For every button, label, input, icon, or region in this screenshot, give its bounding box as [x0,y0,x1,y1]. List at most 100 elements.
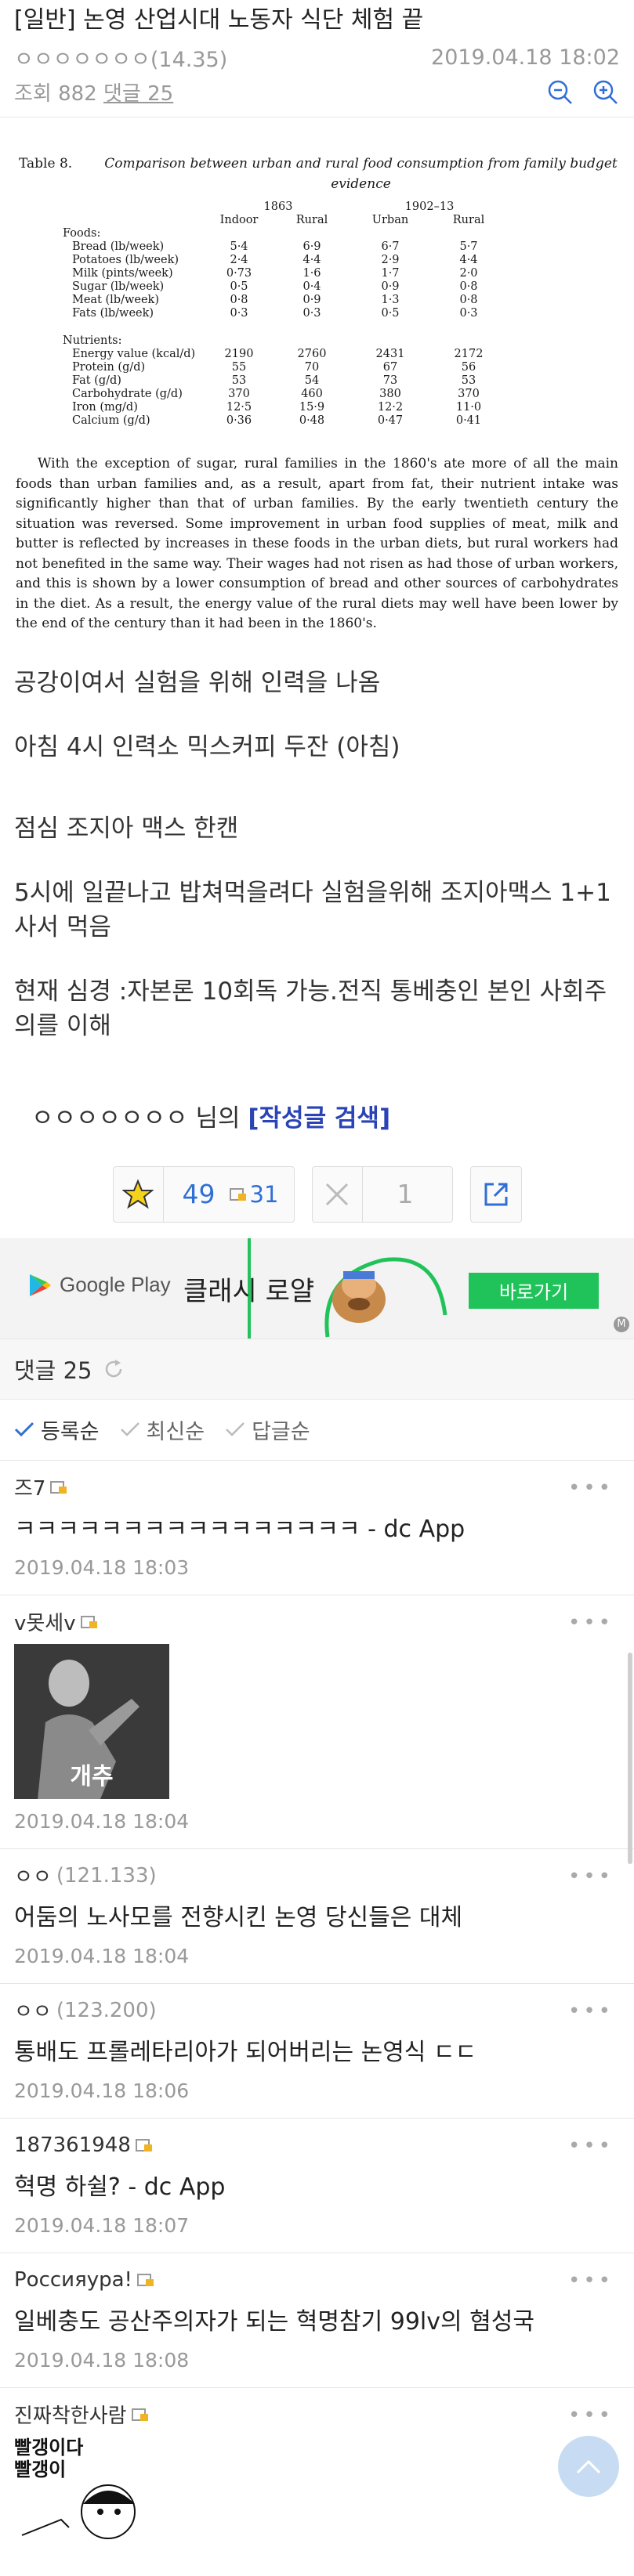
comment-date: 2019.04.18 18:03 [14,1555,190,1579]
comment-dccon-image[interactable]: 빨갱이다 빨갱이 [14,2437,139,2539]
table-row: Fat (g/d) 53 54 73 53 [16,374,618,388]
downvote-button[interactable]: 1 [311,1165,453,1223]
ad-banner[interactable]: Google Play 클래시 로얄 바로가기 M [0,1237,634,1339]
zoom-in-icon[interactable] [592,78,620,107]
sort-reply[interactable]: 답글순 [225,1414,310,1445]
zoom-out-icon[interactable] [546,78,574,107]
table-cell: 0·41 [455,414,482,427]
table-cell: 0·3 [459,307,478,320]
author-search-link[interactable]: [작성글 검색] [248,1104,390,1133]
fixed-user-icon [135,2138,152,2151]
comment-date: 2019.04.18 18:04 [14,1944,190,1967]
google-play-label: Google Play [60,1273,171,1296]
sort-reply-label: 답글순 [252,1419,310,1444]
row-label: Energy value (kcal/d) [72,348,196,360]
table-row: Milk (pints/week) 0·73 1·6 1·7 2·0 [16,267,618,280]
table-caption: Table 8. Comparison between urban and ru… [16,154,618,194]
table-cell: 6·9 [303,240,321,253]
google-play-badge: Google Play [28,1273,171,1298]
comment-author[interactable]: ㅇㅇ [14,1996,52,2025]
comment-text: 통배도 프롤레타리아가 되어버리는 논영식 ㄷㄷ [14,2038,477,2066]
table-row: Meat (lb/week) 0·8 0·9 1·3 0·8 [16,294,618,307]
table-row: Calcium (g/d) 0·36 0·48 0·47 0·41 [16,414,618,428]
table-row: Fats (lb/week) 0·3 0·3 0·5 0·3 [16,307,618,320]
table-cell: 12·2 [377,401,404,414]
scrollbar[interactable] [628,1653,632,1864]
table-cell: 0·5 [230,280,248,293]
table-cell: 2172 [454,348,484,360]
table-cell: 0·48 [299,414,325,427]
more-options-icon[interactable]: ••• [568,1611,614,1635]
comments-header: 댓글 25 [0,1338,634,1400]
refresh-icon[interactable] [103,1358,125,1380]
more-options-icon[interactable]: ••• [568,1476,614,1500]
table-label: Table 8. [19,156,73,172]
table-cell: 70 [304,361,320,374]
more-options-icon[interactable]: ••• [568,2000,614,2023]
comment-dccon-image[interactable]: 개추 [14,1643,169,1799]
downvote-count: 1 [397,1179,414,1209]
comment-author[interactable]: 즈7 [14,1472,45,1501]
body-paragraph-1: 공강이여서 실험을 위해 인력을 나옴 [14,668,381,697]
more-options-icon[interactable]: ••• [568,2134,614,2158]
comment-author[interactable]: v못세v [14,1607,76,1636]
post-meta-row: ㅇㅇㅇㅇㅇㅇㅇ(14.35) 2019.04.18 18:02 [14,42,620,73]
post-title: [일반] 논영 산업시대 노동자 식단 체험 끝 [14,6,424,34]
table-cell: 2760 [297,348,327,360]
table-cell: 5·7 [459,240,478,253]
fixed-user-icon [131,2408,148,2421]
table-cell: 0·4 [303,280,321,293]
sort-latest-label: 최신순 [146,1419,205,1444]
table-cell: 0·36 [226,414,252,427]
col-urban: Urban [371,214,409,226]
more-options-icon[interactable]: ••• [568,2269,614,2292]
post-author-block: ㅇㅇㅇㅇㅇㅇㅇ(14.35) [14,42,227,73]
table-row: Sugar (lb/week) 0·5 0·4 0·9 0·8 [16,280,618,294]
table-cell: 380 [379,388,401,400]
author-search-name: ㅇㅇㅇㅇㅇㅇㅇ [31,1104,188,1133]
comment-item: ㅇㅇ (123.200) ••• 통배도 프롤레타리아가 되어버리는 논영식 ㄷㄷ… [0,1984,634,2119]
ad-go-button[interactable]: 바로가기 [469,1272,599,1309]
ad-badge[interactable]: M [614,1316,629,1332]
row-label: Sugar (lb/week) [72,280,165,293]
vote-bar: 49 31 1 [0,1165,634,1223]
check-icon [226,1422,245,1436]
fixed-vote-count: 31 [249,1180,279,1208]
table-year-row: 1863 1902–13 [16,201,618,214]
zoom-controls [546,78,620,107]
table-cell: 5·4 [230,240,248,253]
share-button[interactable] [469,1165,522,1223]
scroll-to-top-button[interactable] [558,2436,619,2497]
table-cell: 370 [458,388,480,400]
views-count: 조회 882 [14,82,97,106]
comment-author[interactable]: 187361948 [14,2133,131,2157]
comment-item: ㅇㅇ (121.133) ••• 어둠의 노사모를 전향시킨 논영 당신들은 대체… [0,1849,634,1984]
comment-sort-bar: 등록순 최신순 답글순 [0,1400,634,1461]
star-icon [114,1166,164,1222]
upvote-count: 49 [182,1179,216,1209]
comments-count-link[interactable]: 댓글 25 [103,82,173,106]
table-row: Bread (lb/week) 5·4 6·9 6·7 5·7 [16,240,618,254]
comment-author[interactable]: 진짜착한사람 [14,2400,127,2429]
upvote-button[interactable]: 49 31 [112,1165,295,1223]
comment-author[interactable]: ㅇㅇ [14,1861,52,1890]
food-consumption-table: 1863 1902–13 Indoor Rural Urban Rural Fo… [16,201,618,428]
year-1863: 1863 [263,201,293,213]
table-cell: 0·3 [230,307,248,320]
more-options-icon[interactable]: ••• [568,2404,614,2427]
table-cell: 15·9 [299,401,325,414]
cartoon-face-image [21,2484,136,2539]
chevron-up-icon [576,2459,601,2474]
post-author[interactable]: ㅇㅇㅇㅇㅇㅇㅇ [14,48,150,72]
sort-latest[interactable]: 최신순 [120,1414,205,1445]
sort-registered[interactable]: 등록순 [14,1414,100,1445]
comment-author[interactable]: Россияура! [14,2268,132,2292]
year-1902: 1902–13 [404,201,455,213]
post-body: 공강이여서 실험을 위해 인력을 나옴 아침 4시 인력소 믹스커피 두잔 (아… [0,666,634,1043]
comment-author-ip: (121.133) [56,1863,157,1888]
table-row: Iron (mg/d) 12·5 15·9 12·2 11·0 [16,401,618,414]
more-options-icon[interactable]: ••• [568,1865,614,1888]
comment-author-ip: (123.200) [56,1998,157,2022]
row-label: Fat (g/d) [72,374,121,387]
table-cell: 0·9 [381,280,400,293]
